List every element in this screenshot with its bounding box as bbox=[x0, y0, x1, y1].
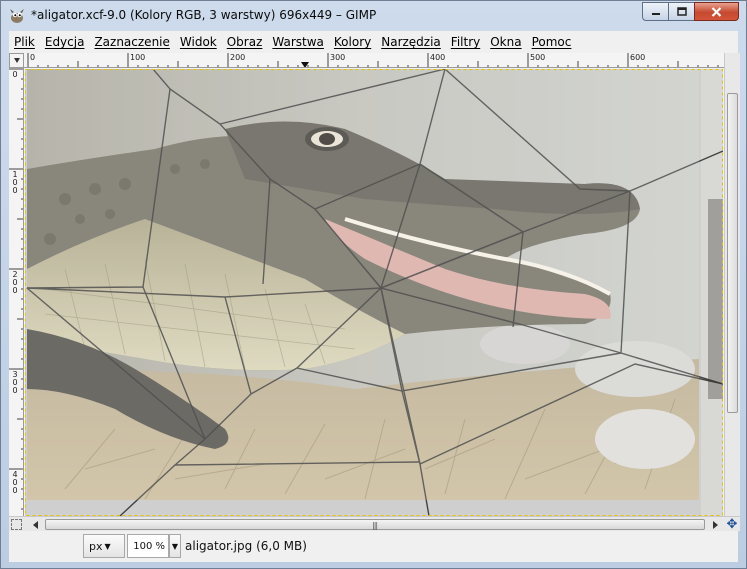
window-controls bbox=[642, 2, 739, 22]
ruler-label: 100 bbox=[12, 170, 18, 195]
menu-edit[interactable]: Edycja bbox=[40, 35, 90, 49]
vertical-ruler[interactable]: 0 100 200 300 400 bbox=[9, 68, 24, 516]
ruler-label: 300 bbox=[12, 370, 18, 395]
zoom-value: 100 % bbox=[133, 540, 165, 552]
window-title: *aligator.xcf-9.0 (Kolory RGB, 3 warstwy… bbox=[31, 8, 377, 22]
pointer-marker bbox=[301, 62, 309, 67]
ruler-label: 0 bbox=[12, 70, 18, 79]
grip-icon: ||| bbox=[372, 521, 378, 530]
status-bar: px ▼ 100 % ▼ aligator.jpg (6,0 MB) bbox=[9, 531, 738, 562]
zoom-dropdown-button[interactable]: ▼ bbox=[169, 534, 181, 558]
ruler-label: 200 bbox=[12, 270, 18, 295]
ruler-label: 400 bbox=[430, 53, 446, 62]
horizontal-scrollbar[interactable]: ||| ✥ bbox=[9, 516, 740, 532]
unit-select[interactable]: px ▼ bbox=[83, 534, 125, 558]
menu-help[interactable]: Pomoc bbox=[527, 35, 577, 49]
horizontal-scroll-thumb[interactable]: ||| bbox=[45, 519, 705, 530]
chevron-down-icon: ▼ bbox=[104, 541, 111, 551]
zoom-input[interactable]: 100 % bbox=[127, 534, 169, 558]
menu-bar: Plik Edycja Zaznaczenie Widok Obraz Wars… bbox=[9, 31, 738, 53]
vertical-scroll-thumb[interactable] bbox=[727, 93, 738, 413]
maximize-icon bbox=[676, 7, 687, 16]
horizontal-ruler[interactable]: 0 100 200 300 400 500 600 bbox=[24, 53, 724, 68]
vertical-scrollbar[interactable] bbox=[724, 53, 740, 516]
ruler-label: 500 bbox=[530, 53, 546, 62]
image-menu-button[interactable] bbox=[9, 53, 24, 68]
maximize-button[interactable] bbox=[668, 2, 695, 21]
menu-windows[interactable]: Okna bbox=[485, 35, 526, 49]
gimp-window: *aligator.xcf-9.0 (Kolory RGB, 3 warstwy… bbox=[0, 0, 747, 569]
image-canvas[interactable] bbox=[25, 69, 723, 516]
scroll-right-icon[interactable] bbox=[713, 521, 718, 529]
alligator-image bbox=[25, 69, 723, 516]
menu-colors[interactable]: Kolory bbox=[329, 35, 376, 49]
status-message: aligator.jpg (6,0 MB) bbox=[185, 539, 307, 553]
image-menu-arrow-icon bbox=[13, 58, 20, 63]
canvas-frame: 0 100 200 300 400 500 600 0 100 200 300 … bbox=[9, 53, 740, 532]
close-button[interactable] bbox=[694, 2, 739, 21]
title-bar[interactable]: *aligator.xcf-9.0 (Kolory RGB, 3 warstwy… bbox=[1, 1, 746, 31]
ruler-label: 200 bbox=[230, 53, 246, 62]
ruler-label: 0 bbox=[30, 53, 36, 62]
menu-tools[interactable]: Narzędzia bbox=[376, 35, 446, 49]
ruler-label: 300 bbox=[330, 53, 346, 62]
gimp-app-icon bbox=[10, 9, 24, 23]
menu-file[interactable]: Plik bbox=[9, 35, 40, 49]
unit-value: px bbox=[89, 539, 103, 553]
navigate-icon[interactable]: ✥ bbox=[724, 517, 740, 532]
scroll-left-icon[interactable] bbox=[33, 521, 38, 529]
menu-image[interactable]: Obraz bbox=[222, 35, 268, 49]
menu-view[interactable]: Widok bbox=[175, 35, 222, 49]
ruler-label: 400 bbox=[12, 470, 18, 495]
minimize-icon bbox=[651, 12, 660, 15]
chevron-down-icon: ▼ bbox=[171, 541, 179, 551]
menu-select[interactable]: Zaznaczenie bbox=[89, 35, 174, 49]
close-icon bbox=[711, 6, 722, 17]
horizontal-ruler-ticks bbox=[27, 53, 719, 67]
minimize-button[interactable] bbox=[642, 2, 669, 21]
ruler-label: 600 bbox=[630, 53, 646, 62]
quick-mask-icon[interactable] bbox=[11, 519, 22, 530]
ruler-label: 100 bbox=[130, 53, 146, 62]
menu-filters[interactable]: Filtry bbox=[446, 35, 485, 49]
menu-layer[interactable]: Warstwa bbox=[267, 35, 329, 49]
